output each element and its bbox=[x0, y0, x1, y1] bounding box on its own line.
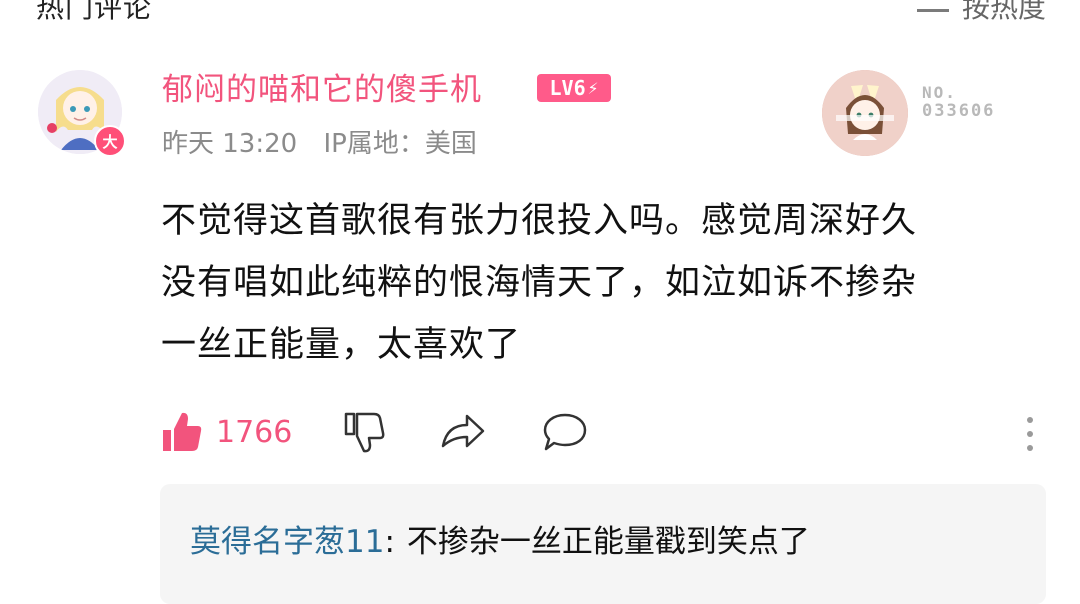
medal-number-value: 033606 bbox=[922, 101, 996, 122]
share-icon bbox=[441, 414, 485, 448]
sort-lines-icon bbox=[916, 9, 949, 12]
reply-preview[interactable]: 莫得名字葱11: 不掺杂一丝正能量戳到笑点了 bbox=[160, 484, 1046, 604]
fan-medal-image bbox=[822, 70, 908, 156]
reply-button[interactable] bbox=[542, 410, 588, 454]
sort-label: 按热度 bbox=[961, 0, 1046, 24]
level-badge: LV6 ⚡ bbox=[537, 74, 611, 102]
thumbs-up-icon bbox=[163, 412, 202, 451]
fan-medal-avatar[interactable] bbox=[822, 70, 908, 156]
sort-by-heat-button[interactable]: 按热度 bbox=[916, 0, 1046, 26]
comment-actions: 1766 bbox=[160, 410, 1040, 460]
ip-location: IP属地：美国 bbox=[323, 129, 477, 159]
medal-number: NO. 033606 bbox=[922, 83, 996, 122]
more-vertical-icon[interactable] bbox=[1020, 412, 1040, 456]
hot-comments-header: 热门评论 按热度 bbox=[36, 0, 1046, 26]
medal-number-label: NO. bbox=[922, 83, 957, 102]
comment-icon bbox=[543, 413, 587, 451]
reply-line: 莫得名字葱11: 不掺杂一丝正能量戳到笑点了 bbox=[190, 516, 810, 561]
lightning-icon: ⚡ bbox=[587, 77, 599, 99]
vip-badge: 大 bbox=[94, 125, 126, 157]
reply-text: 不掺杂一丝正能量戳到笑点了 bbox=[406, 524, 810, 560]
comment-time: 昨天 13:20 bbox=[162, 129, 298, 159]
comment-meta: 昨天 13:20 IP属地：美国 bbox=[162, 123, 495, 160]
like-button[interactable]: 1766 bbox=[160, 410, 292, 454]
share-button[interactable] bbox=[440, 410, 486, 454]
level-label: LV6 bbox=[549, 76, 586, 100]
thumbs-down-icon bbox=[344, 412, 385, 453]
comment-username[interactable]: 郁闷的喵和它的傻手机 bbox=[162, 64, 482, 109]
reply-colon: : bbox=[384, 524, 395, 560]
like-count: 1766 bbox=[216, 414, 293, 450]
reply-username[interactable]: 莫得名字葱11 bbox=[190, 524, 384, 560]
dislike-button[interactable] bbox=[342, 410, 386, 454]
section-title: 热门评论 bbox=[36, 0, 153, 24]
comment-text[interactable]: 不觉得这首歌很有张力很投入吗。感觉周深好久 没有唱如此纯粹的恨海情天了，如泣如诉… bbox=[161, 190, 1041, 376]
